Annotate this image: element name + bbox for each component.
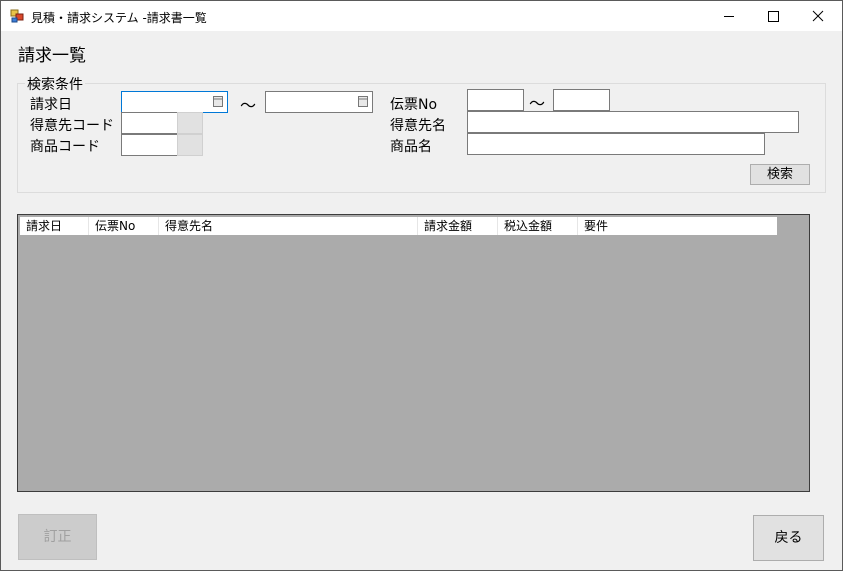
calendar-icon	[213, 96, 223, 107]
slip-no-to-field[interactable]	[553, 89, 610, 111]
column-header-slip-no[interactable]: 伝票No	[89, 217, 159, 235]
app-window: 見積・請求システム -請求書一覧 請求一覧 検索条件 請求日 得意先コード 商品…	[0, 0, 843, 571]
customer-code-field[interactable]	[121, 112, 178, 134]
column-header-customer-name[interactable]: 得意先名	[159, 217, 418, 235]
close-icon	[812, 10, 824, 22]
search-button[interactable]: 検索	[750, 164, 810, 185]
grid-header: 請求日 伝票No 得意先名 請求金額 税込金額 要件	[20, 217, 777, 235]
app-icon	[10, 9, 24, 23]
invoice-date-to-picker[interactable]	[265, 91, 373, 113]
search-conditions-legend: 検索条件	[25, 74, 85, 94]
product-name-field[interactable]	[467, 133, 765, 155]
date-range-separator: ～	[240, 96, 257, 115]
customer-code-lookup-button[interactable]	[177, 112, 203, 134]
column-header-subject[interactable]: 要件	[578, 217, 777, 235]
slip-no-label: 伝票No	[390, 97, 438, 113]
minimize-button[interactable]	[707, 1, 751, 31]
maximize-icon	[768, 11, 779, 22]
product-name-label: 商品名	[390, 139, 432, 155]
column-header-tax-incl-amount[interactable]: 税込金額	[498, 217, 578, 235]
slip-no-from-field[interactable]	[467, 89, 524, 111]
invoice-grid[interactable]: 請求日 伝票No 得意先名 請求金額 税込金額 要件	[17, 214, 810, 492]
customer-code-label: 得意先コード	[30, 118, 114, 134]
customer-name-label: 得意先名	[390, 118, 446, 134]
invoice-date-label: 請求日	[30, 97, 72, 113]
title-bar: 見積・請求システム -請求書一覧	[1, 1, 842, 31]
window-title: 見積・請求システム -請求書一覧	[31, 11, 207, 25]
invoice-date-from-picker[interactable]	[121, 91, 228, 113]
maximize-button[interactable]	[751, 1, 795, 31]
close-button[interactable]	[796, 1, 840, 31]
product-code-field[interactable]	[121, 134, 178, 156]
customer-name-field[interactable]	[467, 111, 799, 133]
product-code-lookup-button[interactable]	[177, 134, 203, 156]
calendar-icon	[358, 96, 368, 107]
page-title: 請求一覧	[18, 46, 86, 66]
column-header-invoice-date[interactable]: 請求日	[20, 217, 89, 235]
correct-button[interactable]: 訂正	[18, 514, 97, 560]
minimize-icon	[724, 16, 734, 17]
product-code-label: 商品コード	[30, 139, 100, 155]
back-button[interactable]: 戻る	[753, 515, 824, 561]
column-header-invoice-amount[interactable]: 請求金額	[418, 217, 498, 235]
